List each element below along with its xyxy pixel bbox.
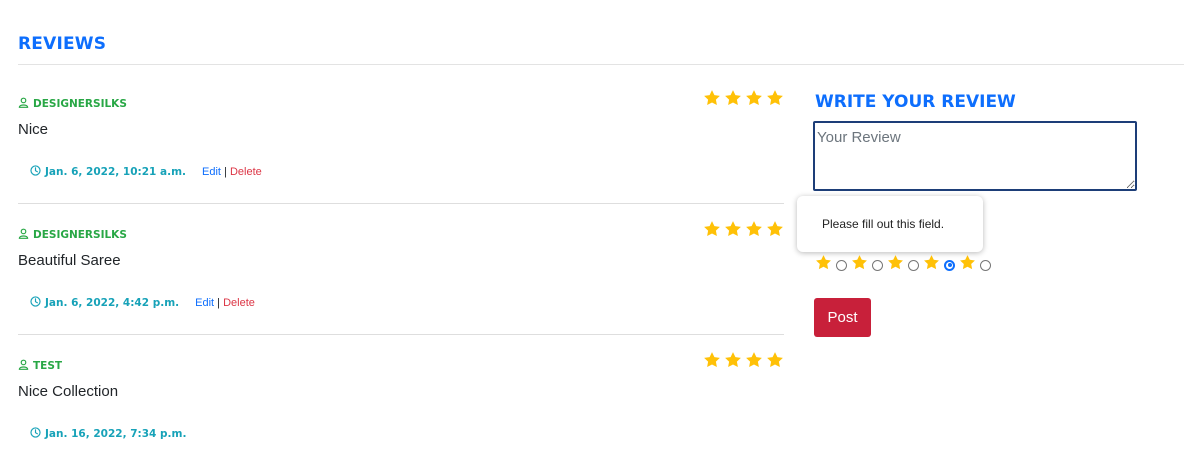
rating-radio-5[interactable] <box>980 259 991 271</box>
star-icon <box>745 220 763 243</box>
reviews-title: REVIEWS <box>18 34 107 54</box>
edit-link[interactable]: Edit <box>195 297 214 309</box>
review-divider <box>18 334 784 335</box>
action-separator: | <box>217 297 221 309</box>
validation-tooltip: Please fill out this field. <box>797 196 983 252</box>
rating-radio-2[interactable] <box>872 259 883 271</box>
review-text: Nice <box>18 121 49 138</box>
rating-selector <box>815 254 991 276</box>
star-icon <box>703 89 721 112</box>
star-icon <box>887 254 904 276</box>
star-icon <box>959 254 976 276</box>
review-author: TEST <box>18 359 62 373</box>
review-author-name: TEST <box>33 360 63 372</box>
star-icon <box>703 220 721 243</box>
review-date: Jan. 16, 2022, 7:34 p.m. <box>30 427 186 441</box>
clock-icon <box>30 165 41 179</box>
review-date-text: Jan. 6, 2022, 4:42 p.m. <box>45 297 180 309</box>
review-actions: Edit | Delete <box>195 297 255 309</box>
review-textarea[interactable] <box>813 121 1137 191</box>
review-author: DESIGNERSILKS <box>18 228 127 242</box>
review-date-text: Jan. 6, 2022, 10:21 a.m. <box>45 166 187 178</box>
star-icon <box>766 351 784 374</box>
review-actions: Edit | Delete <box>202 166 262 178</box>
review-date: Jan. 6, 2022, 4:42 p.m. <box>30 296 179 310</box>
review-stars <box>703 220 784 243</box>
review-stars <box>703 351 784 374</box>
star-icon <box>766 89 784 112</box>
reviews-divider <box>18 64 1184 65</box>
review-date: Jan. 6, 2022, 10:21 a.m. <box>30 165 186 179</box>
star-icon <box>703 351 721 374</box>
clock-icon <box>30 427 41 441</box>
edit-link[interactable]: Edit <box>202 166 221 178</box>
post-button[interactable]: Post <box>814 298 871 337</box>
user-icon <box>18 228 29 242</box>
review-text: Beautiful Saree <box>18 252 121 269</box>
review-meta: Jan. 16, 2022, 7:34 p.m. <box>30 427 186 441</box>
user-icon <box>18 97 29 111</box>
star-icon <box>745 89 763 112</box>
review-text: Nice Collection <box>18 383 119 400</box>
review-stars <box>703 89 784 112</box>
rating-radio-1[interactable] <box>836 259 847 271</box>
review-author-name: DESIGNERSILKS <box>33 98 127 110</box>
review-author-name: DESIGNERSILKS <box>33 229 127 241</box>
review-author: DESIGNERSILKS <box>18 97 127 111</box>
rating-radio-3[interactable] <box>908 259 919 271</box>
star-icon <box>745 351 763 374</box>
star-icon <box>815 254 832 276</box>
review-date-text: Jan. 16, 2022, 7:34 p.m. <box>45 428 187 440</box>
star-icon <box>923 254 940 276</box>
clock-icon <box>30 296 41 310</box>
review-meta: Jan. 6, 2022, 10:21 a.m. Edit | Delete <box>30 165 262 179</box>
delete-link[interactable]: Delete <box>223 297 255 309</box>
rating-radio-4[interactable] <box>944 259 955 271</box>
star-icon <box>724 351 742 374</box>
star-icon <box>724 89 742 112</box>
star-icon <box>724 220 742 243</box>
write-review-title: WRITE YOUR REVIEW <box>815 92 1016 112</box>
delete-link[interactable]: Delete <box>230 166 262 178</box>
action-separator: | <box>224 166 227 178</box>
star-icon <box>766 220 784 243</box>
star-icon <box>851 254 868 276</box>
review-meta: Jan. 6, 2022, 4:42 p.m. Edit | Delete <box>30 296 255 310</box>
user-icon <box>18 359 29 373</box>
review-divider <box>18 203 784 204</box>
